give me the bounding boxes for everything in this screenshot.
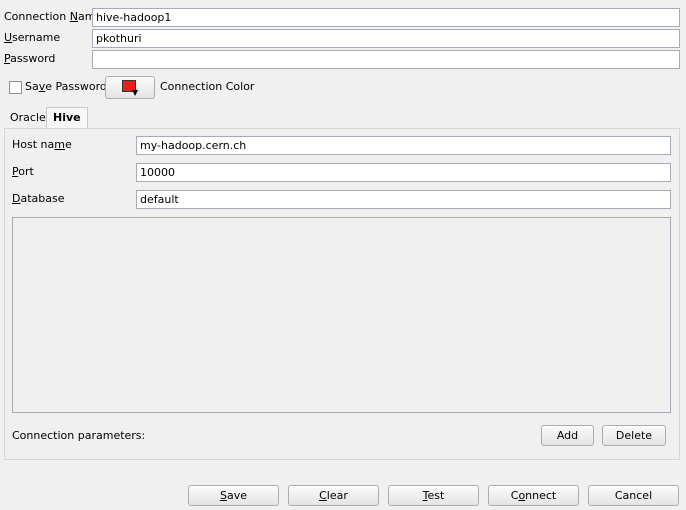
connection-parameters-table[interactable]	[12, 217, 671, 413]
username-label: Username	[4, 31, 60, 45]
cancel-button[interactable]: Cancel	[588, 485, 679, 506]
password-input[interactable]	[92, 50, 680, 69]
clear-button-rest: lear	[326, 489, 348, 502]
connection-name-label-prefix: Connection	[4, 10, 70, 23]
clear-button[interactable]: Clear	[288, 485, 379, 506]
connection-name-label: Connection Name	[4, 10, 102, 24]
connect-button-rest: nnect	[525, 489, 557, 502]
tab-hive[interactable]: Hive	[46, 107, 88, 129]
host-name-label: Host name	[12, 138, 72, 152]
port-input[interactable]: 10000	[136, 163, 671, 182]
database-input[interactable]: default	[136, 190, 671, 209]
port-label-rest: ort	[18, 165, 34, 178]
tab-oracle[interactable]: Oracle	[4, 108, 52, 129]
add-parameter-button[interactable]: Add	[541, 425, 594, 446]
save-password-label[interactable]: Save Password	[25, 80, 107, 94]
test-button-rest: est	[427, 489, 445, 502]
host-name-input[interactable]: my-hadoop.cern.ch	[136, 136, 671, 155]
password-label-rest: assword	[10, 52, 56, 65]
connection-name-label-mnemonic: N	[69, 10, 78, 23]
host-name-label-rest: e	[64, 138, 72, 151]
host-name-label-mnemonic: m	[54, 138, 65, 151]
delete-parameter-button[interactable]: Delete	[602, 425, 666, 446]
save-button[interactable]: Save	[188, 485, 279, 506]
username-input[interactable]: pkothuri	[92, 29, 680, 48]
test-button[interactable]: Test	[388, 485, 479, 506]
connection-color-label: Connection Color	[160, 80, 255, 93]
save-button-mnemonic: S	[219, 489, 227, 502]
connection-color-button[interactable]: ▼	[105, 76, 155, 99]
connection-parameters-label: Connection parameters:	[12, 429, 146, 442]
username-label-rest: sername	[12, 31, 61, 44]
connection-name-input[interactable]: hive-hadoop1	[92, 8, 680, 27]
save-button-rest: ave	[226, 489, 247, 502]
host-name-label-prefix: Host na	[12, 138, 55, 151]
save-password-checkbox[interactable]	[9, 81, 22, 94]
port-label: Port	[12, 165, 34, 179]
username-label-mnemonic: U	[4, 31, 13, 44]
dropdown-arrow-icon: ▼	[132, 88, 139, 97]
database-label-rest: atabase	[20, 192, 65, 205]
password-label: Password	[4, 52, 55, 66]
database-label: Database	[12, 192, 65, 206]
connect-button[interactable]: Connect	[488, 485, 579, 506]
clear-button-mnemonic: C	[319, 489, 327, 502]
save-password-label-rest: e Password	[45, 80, 107, 93]
save-password-label-prefix: Sa	[25, 80, 39, 93]
